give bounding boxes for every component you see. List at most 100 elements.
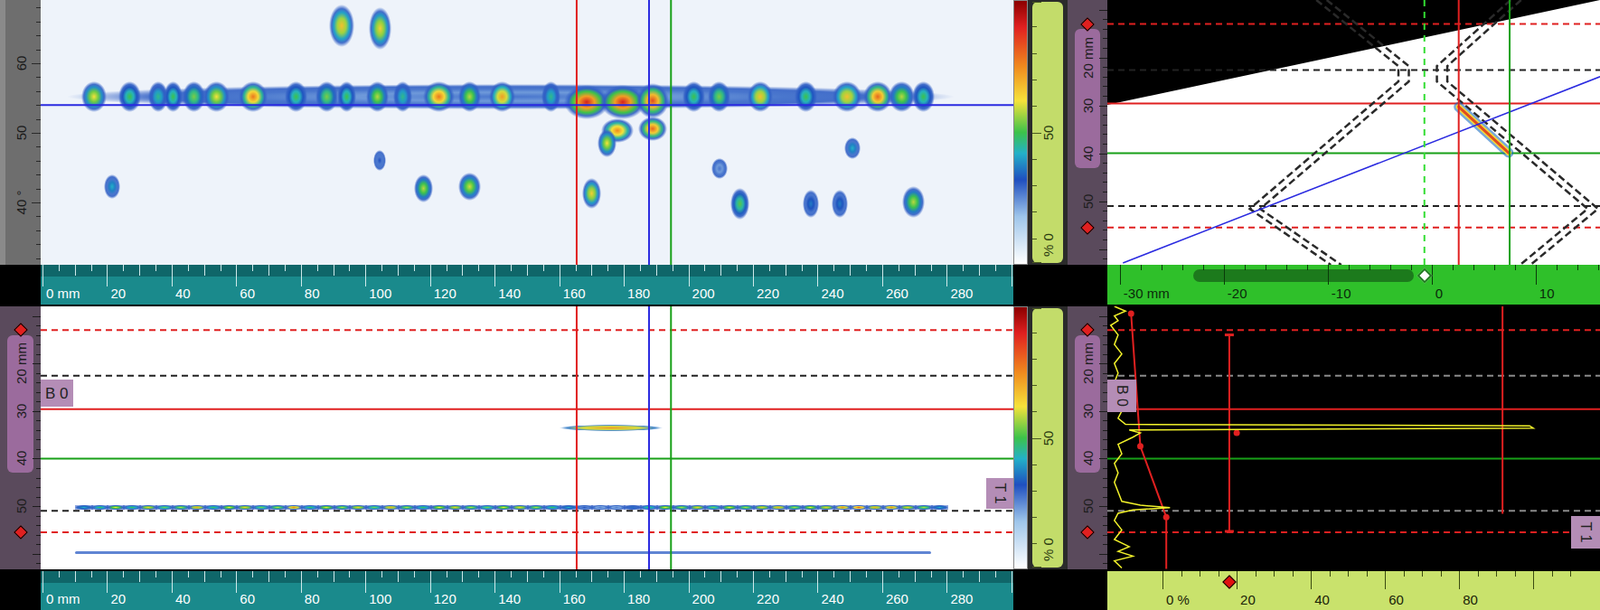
color-scale-ruler[interactable]: 50% 0 <box>1027 306 1068 570</box>
view-badge[interactable]: B 0 <box>40 379 74 407</box>
gate-line[interactable] <box>1107 102 1600 104</box>
gate-marker-icon[interactable] <box>1080 220 1095 236</box>
indication-spot[interactable] <box>414 174 433 203</box>
indication-spot[interactable] <box>458 81 481 113</box>
gate-line[interactable] <box>1107 329 1600 331</box>
gate-line[interactable] <box>1107 457 1600 460</box>
indication-spot[interactable] <box>373 150 386 171</box>
dac-point[interactable] <box>1137 442 1144 450</box>
indication[interactable] <box>1458 106 1509 153</box>
gate-line[interactable] <box>1107 531 1600 534</box>
indication-spot[interactable] <box>802 189 819 218</box>
gate-line[interactable] <box>1107 408 1600 411</box>
indication-spot[interactable] <box>597 129 617 158</box>
depth-ruler[interactable]: 20 mm304050 <box>1067 0 1108 265</box>
indication-spot[interactable] <box>315 81 339 113</box>
scan-cursor[interactable] <box>669 306 672 570</box>
indication-spot[interactable] <box>337 81 357 113</box>
gate-marker-icon[interactable] <box>1080 525 1095 540</box>
gate-line[interactable] <box>40 531 1014 534</box>
amplitude-axis-ruler[interactable]: 0 %20406080 <box>1107 571 1600 610</box>
gate-line[interactable] <box>40 457 1014 460</box>
scan-axis-ruler[interactable]: 0 mm204060801001201401601802002202402602… <box>40 264 1014 305</box>
dac-point[interactable] <box>1163 514 1170 521</box>
indication-spot[interactable] <box>489 81 516 113</box>
gate-point[interactable] <box>1233 430 1241 437</box>
indication-spot[interactable] <box>329 4 356 47</box>
gate-line[interactable] <box>1107 152 1600 155</box>
indication-spot[interactable] <box>844 137 861 159</box>
indication-spot[interactable] <box>912 81 935 113</box>
indication-spot[interactable] <box>832 81 862 113</box>
indication-spot[interactable] <box>888 81 915 113</box>
scan-cursor[interactable] <box>575 0 578 265</box>
indication-spot[interactable] <box>831 189 848 218</box>
beam-line[interactable] <box>1122 76 1600 264</box>
bscan-view[interactable]: B 0 T 1 <box>40 306 1014 570</box>
indication-spot[interactable] <box>707 81 731 113</box>
depth-ruler[interactable]: 20 mm304050 <box>1067 306 1108 570</box>
indication-spot[interactable] <box>794 81 818 113</box>
indication-spot[interactable] <box>747 81 774 113</box>
gate-marker-icon[interactable] <box>13 525 29 540</box>
angle-ruler[interactable]: 605040 ° <box>0 0 41 265</box>
gate-line[interactable] <box>1107 509 1600 512</box>
indication-spot[interactable] <box>284 81 308 113</box>
indication[interactable] <box>559 424 663 432</box>
scan-cursor[interactable] <box>648 0 650 265</box>
gate-line[interactable] <box>1107 226 1600 229</box>
gate-line[interactable] <box>40 509 1014 512</box>
indication-spot[interactable] <box>182 81 206 113</box>
index-cursor[interactable] <box>1458 0 1460 265</box>
indication-spot[interactable] <box>368 7 392 49</box>
dac-point[interactable] <box>1128 310 1135 317</box>
amplitude-marker-icon[interactable] <box>1222 574 1237 590</box>
gate-line[interactable] <box>40 408 1014 411</box>
indication-spot[interactable] <box>103 174 121 199</box>
gate-line[interactable] <box>1107 23 1600 26</box>
index-cursor[interactable] <box>1508 0 1511 265</box>
indication-spot[interactable] <box>638 116 668 142</box>
gate-line[interactable] <box>40 329 1014 331</box>
gate-line[interactable] <box>1107 205 1600 208</box>
indication-spot[interactable] <box>458 172 481 201</box>
view-badge[interactable]: B 0 <box>1107 379 1137 413</box>
indication-spot[interactable] <box>238 81 268 113</box>
indication-spot[interactable] <box>118 81 142 113</box>
color-scale-ruler[interactable]: 50% 0 <box>1027 0 1068 265</box>
gate-line[interactable] <box>1107 68 1600 71</box>
index-axis-ruler[interactable]: -30 mm-20-10010 <box>1107 264 1600 305</box>
indication-spot[interactable] <box>366 81 389 113</box>
depth-ruler[interactable]: 20 mm304050 <box>0 306 41 570</box>
reference-line[interactable] <box>1501 306 1504 515</box>
ascan-view[interactable]: B 0 T 1 <box>1107 306 1600 570</box>
scan-cursor[interactable] <box>648 306 650 570</box>
scan-cursor[interactable] <box>575 306 578 570</box>
dac-curve[interactable] <box>1130 313 1167 570</box>
view-badge[interactable]: T 1 <box>986 478 1014 509</box>
angle-cursor[interactable] <box>40 103 1014 106</box>
indication-spot[interactable] <box>636 83 669 119</box>
indication-spot[interactable] <box>541 81 561 113</box>
sectorial-cscan[interactable] <box>40 0 1014 265</box>
scan-cursor[interactable] <box>669 0 672 265</box>
index-cursor[interactable] <box>1423 0 1426 265</box>
indication-spot[interactable] <box>423 81 456 113</box>
indication-spot[interactable] <box>902 186 925 218</box>
indication-spot[interactable] <box>682 81 706 113</box>
index-range-bar[interactable] <box>1193 269 1414 283</box>
indication-spot[interactable] <box>711 158 728 179</box>
scan-axis-ruler[interactable]: 0 mm204060801001201401601802002202402602… <box>40 571 1014 610</box>
index-marker-icon[interactable] <box>1416 268 1432 284</box>
gate-line[interactable] <box>1107 375 1600 377</box>
view-badge[interactable]: T 1 <box>1571 516 1600 549</box>
sectorial-view[interactable] <box>1107 0 1600 265</box>
indication-spot[interactable] <box>582 178 602 210</box>
indication-spot[interactable] <box>393 81 413 113</box>
indication-spot[interactable] <box>203 81 230 113</box>
gate-bar[interactable] <box>1228 335 1231 532</box>
indication-spot[interactable] <box>163 81 183 113</box>
gate-line[interactable] <box>40 375 1014 377</box>
indication-spot[interactable] <box>730 188 750 220</box>
indication-spot[interactable] <box>81 81 108 113</box>
